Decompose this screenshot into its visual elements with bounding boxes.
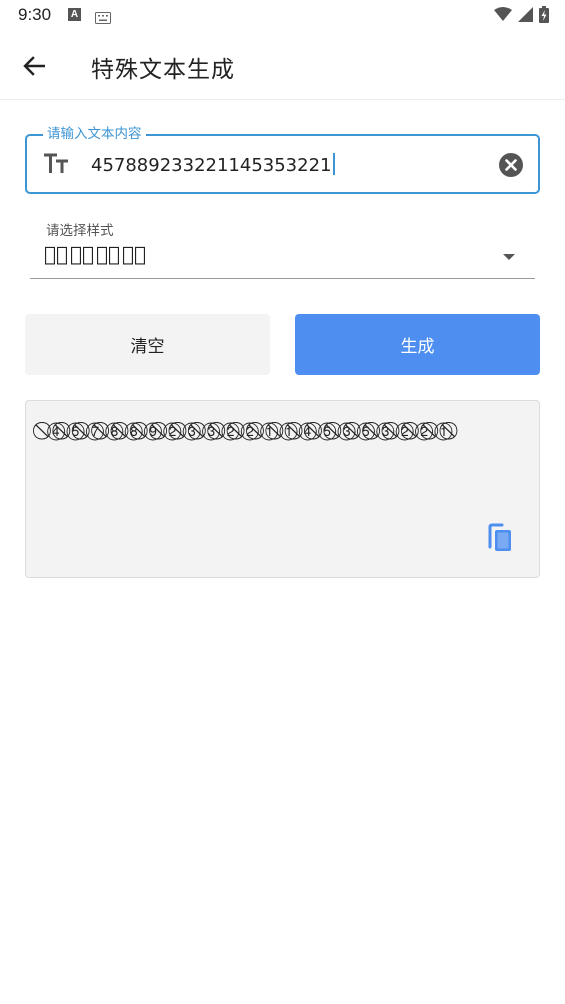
keyboard-icon xyxy=(95,9,111,28)
style-selector-value: 测⃠试⃠测⃠试⃠ xyxy=(44,242,149,266)
input-value[interactable]: 457889233221145353221 xyxy=(91,153,335,176)
copy-icon[interactable] xyxy=(487,523,513,557)
app-toolbar: 特殊文本生成 xyxy=(0,32,565,100)
dropdown-arrow-icon[interactable] xyxy=(503,254,515,260)
status-bar: 9:30 A xyxy=(0,0,565,32)
font-a-icon: A xyxy=(68,8,81,21)
style-selector[interactable]: 请选择样式 测⃠试⃠测⃠试⃠ xyxy=(30,214,535,279)
text-size-icon xyxy=(43,152,69,180)
style-selector-label: 请选择样式 xyxy=(46,223,114,239)
clear-button[interactable]: 清空 xyxy=(25,314,270,375)
battery-charging-icon xyxy=(539,6,549,27)
arrow-left-icon xyxy=(23,56,45,76)
status-time: 9:30 xyxy=(18,5,52,24)
page-title: 特殊文本生成 xyxy=(91,57,235,83)
generate-button[interactable]: 生成 xyxy=(295,314,540,375)
clear-circle-icon[interactable] xyxy=(498,152,524,178)
text-input-field[interactable]: 请输入文本内容 457889233221145353221 xyxy=(25,125,540,194)
system-icons xyxy=(494,6,549,27)
back-button[interactable] xyxy=(14,46,54,86)
wifi-icon xyxy=(494,7,512,26)
input-label: 请输入文本内容 xyxy=(43,125,146,143)
result-text[interactable]: ⃠④⃠⑤⃠⑦⃠⑧⃠⑧⃠⑨⃠②⃠③⃠③⃠②⃠②⃠①⃠①⃠④⃠⑤⃠③⃠⑤⃠③⃠②⃠②… xyxy=(46,417,516,445)
text-caret xyxy=(332,153,335,175)
signal-icon xyxy=(518,7,533,26)
result-box: ⃠④⃠⑤⃠⑦⃠⑧⃠⑧⃠⑨⃠②⃠③⃠③⃠②⃠②⃠①⃠①⃠④⃠⑤⃠③⃠⑤⃠③⃠②⃠②… xyxy=(25,400,540,578)
